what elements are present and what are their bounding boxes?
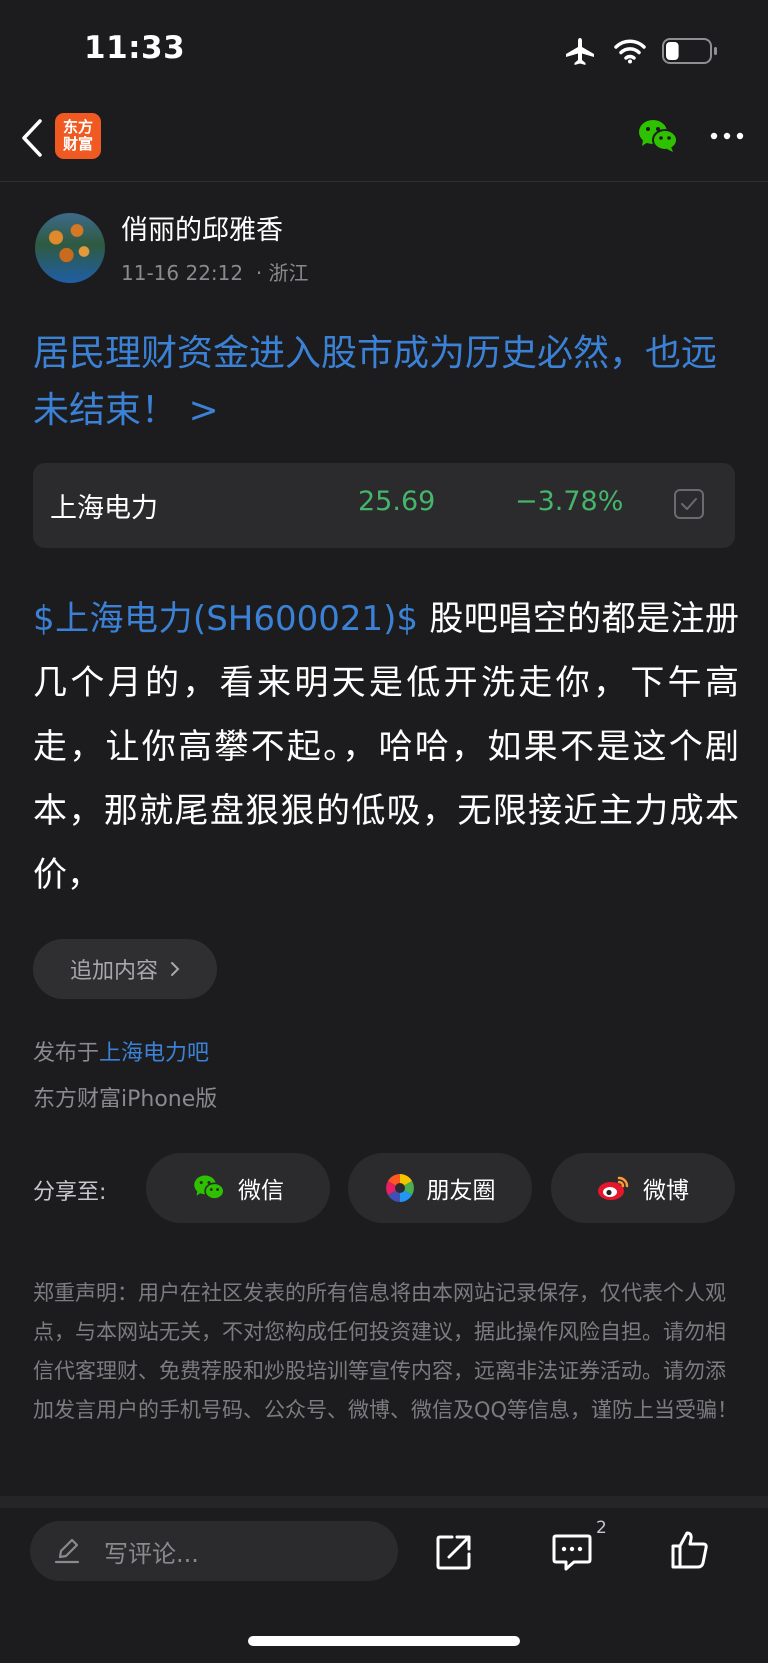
like-icon[interactable] xyxy=(670,1530,710,1570)
client-source: 东方财富iPhone版 xyxy=(33,1087,218,1112)
eastmoney-logo[interactable]: 东方 财富 xyxy=(55,113,101,159)
post-title[interactable]: 居民理财资金进入股市成为历史必然，也远未结束！ > xyxy=(33,325,733,439)
home-indicator xyxy=(248,1636,520,1646)
stock-name: 上海电力 xyxy=(50,493,158,524)
stock-price: 25.69 xyxy=(358,486,436,517)
post-time: 11-16 22:12 xyxy=(121,261,244,285)
status-time: 11:33 xyxy=(84,30,186,66)
published-in: 发布于上海电力吧 xyxy=(33,1035,209,1067)
nav-divider xyxy=(0,181,768,182)
pen-icon xyxy=(54,1538,80,1564)
back-button[interactable] xyxy=(18,117,46,159)
wifi-icon xyxy=(614,39,646,64)
share-moments-label: 朋友圈 xyxy=(426,1178,496,1204)
post-location: · 浙江 xyxy=(255,261,309,285)
more-icon[interactable] xyxy=(710,131,744,141)
share-out-icon[interactable] xyxy=(435,1533,473,1571)
post-meta: 11-16 22:12 · 浙江 xyxy=(121,257,309,286)
moments-icon xyxy=(385,1174,414,1202)
share-weibo-button[interactable]: 微博 xyxy=(551,1153,735,1223)
stock-change: −3.78% xyxy=(515,486,624,517)
comment-placeholder: 写评论... xyxy=(104,1539,199,1568)
comment-input[interactable]: 写评论... xyxy=(30,1521,398,1581)
append-content-button[interactable]: 追加内容 xyxy=(33,939,217,999)
avatar[interactable] xyxy=(35,213,105,283)
bottom-divider xyxy=(0,1496,768,1508)
stock-checkbox[interactable] xyxy=(674,489,704,519)
post-body: $上海电力(SH600021)$ 股吧唱空的都是注册几个月的，看来明天是低开洗走… xyxy=(33,587,739,907)
logo-text-2: 财富 xyxy=(62,135,93,153)
append-label: 追加内容 xyxy=(69,959,158,984)
share-moments-button[interactable]: 朋友圈 xyxy=(348,1153,532,1223)
wechat-icon xyxy=(194,1175,225,1200)
stock-tag-link[interactable]: $上海电力(SH600021)$ xyxy=(33,599,418,639)
weibo-icon xyxy=(598,1176,629,1200)
share-wechat-button[interactable]: 微信 xyxy=(146,1153,330,1223)
share-weibo-label: 微博 xyxy=(643,1178,689,1204)
share-wechat-label: 微信 xyxy=(238,1178,284,1204)
published-prefix: 发布于 xyxy=(33,1041,100,1066)
airplane-mode-icon xyxy=(566,38,594,65)
post-text: 股吧唱空的都是注册几个月的，看来明天是低开洗走你，下午高走，让你高攀不起。，哈哈… xyxy=(33,599,740,895)
logo-text-1: 东方 xyxy=(62,118,93,136)
wechat-share-icon[interactable] xyxy=(637,118,679,154)
battery-icon xyxy=(662,38,717,64)
comment-count-badge: 2 xyxy=(596,1518,607,1538)
comments-icon[interactable] xyxy=(552,1533,592,1571)
chevron-right-icon xyxy=(171,962,180,976)
disclaimer-text: 郑重声明：用户在社区发表的所有信息将由本网站记录保存，仅代表个人观点，与本网站无… xyxy=(33,1281,739,1422)
bar-link[interactable]: 上海电力吧 xyxy=(99,1041,209,1066)
share-label: 分享至: xyxy=(33,1180,107,1205)
author-name[interactable]: 俏丽的邱雅香 xyxy=(121,208,283,247)
